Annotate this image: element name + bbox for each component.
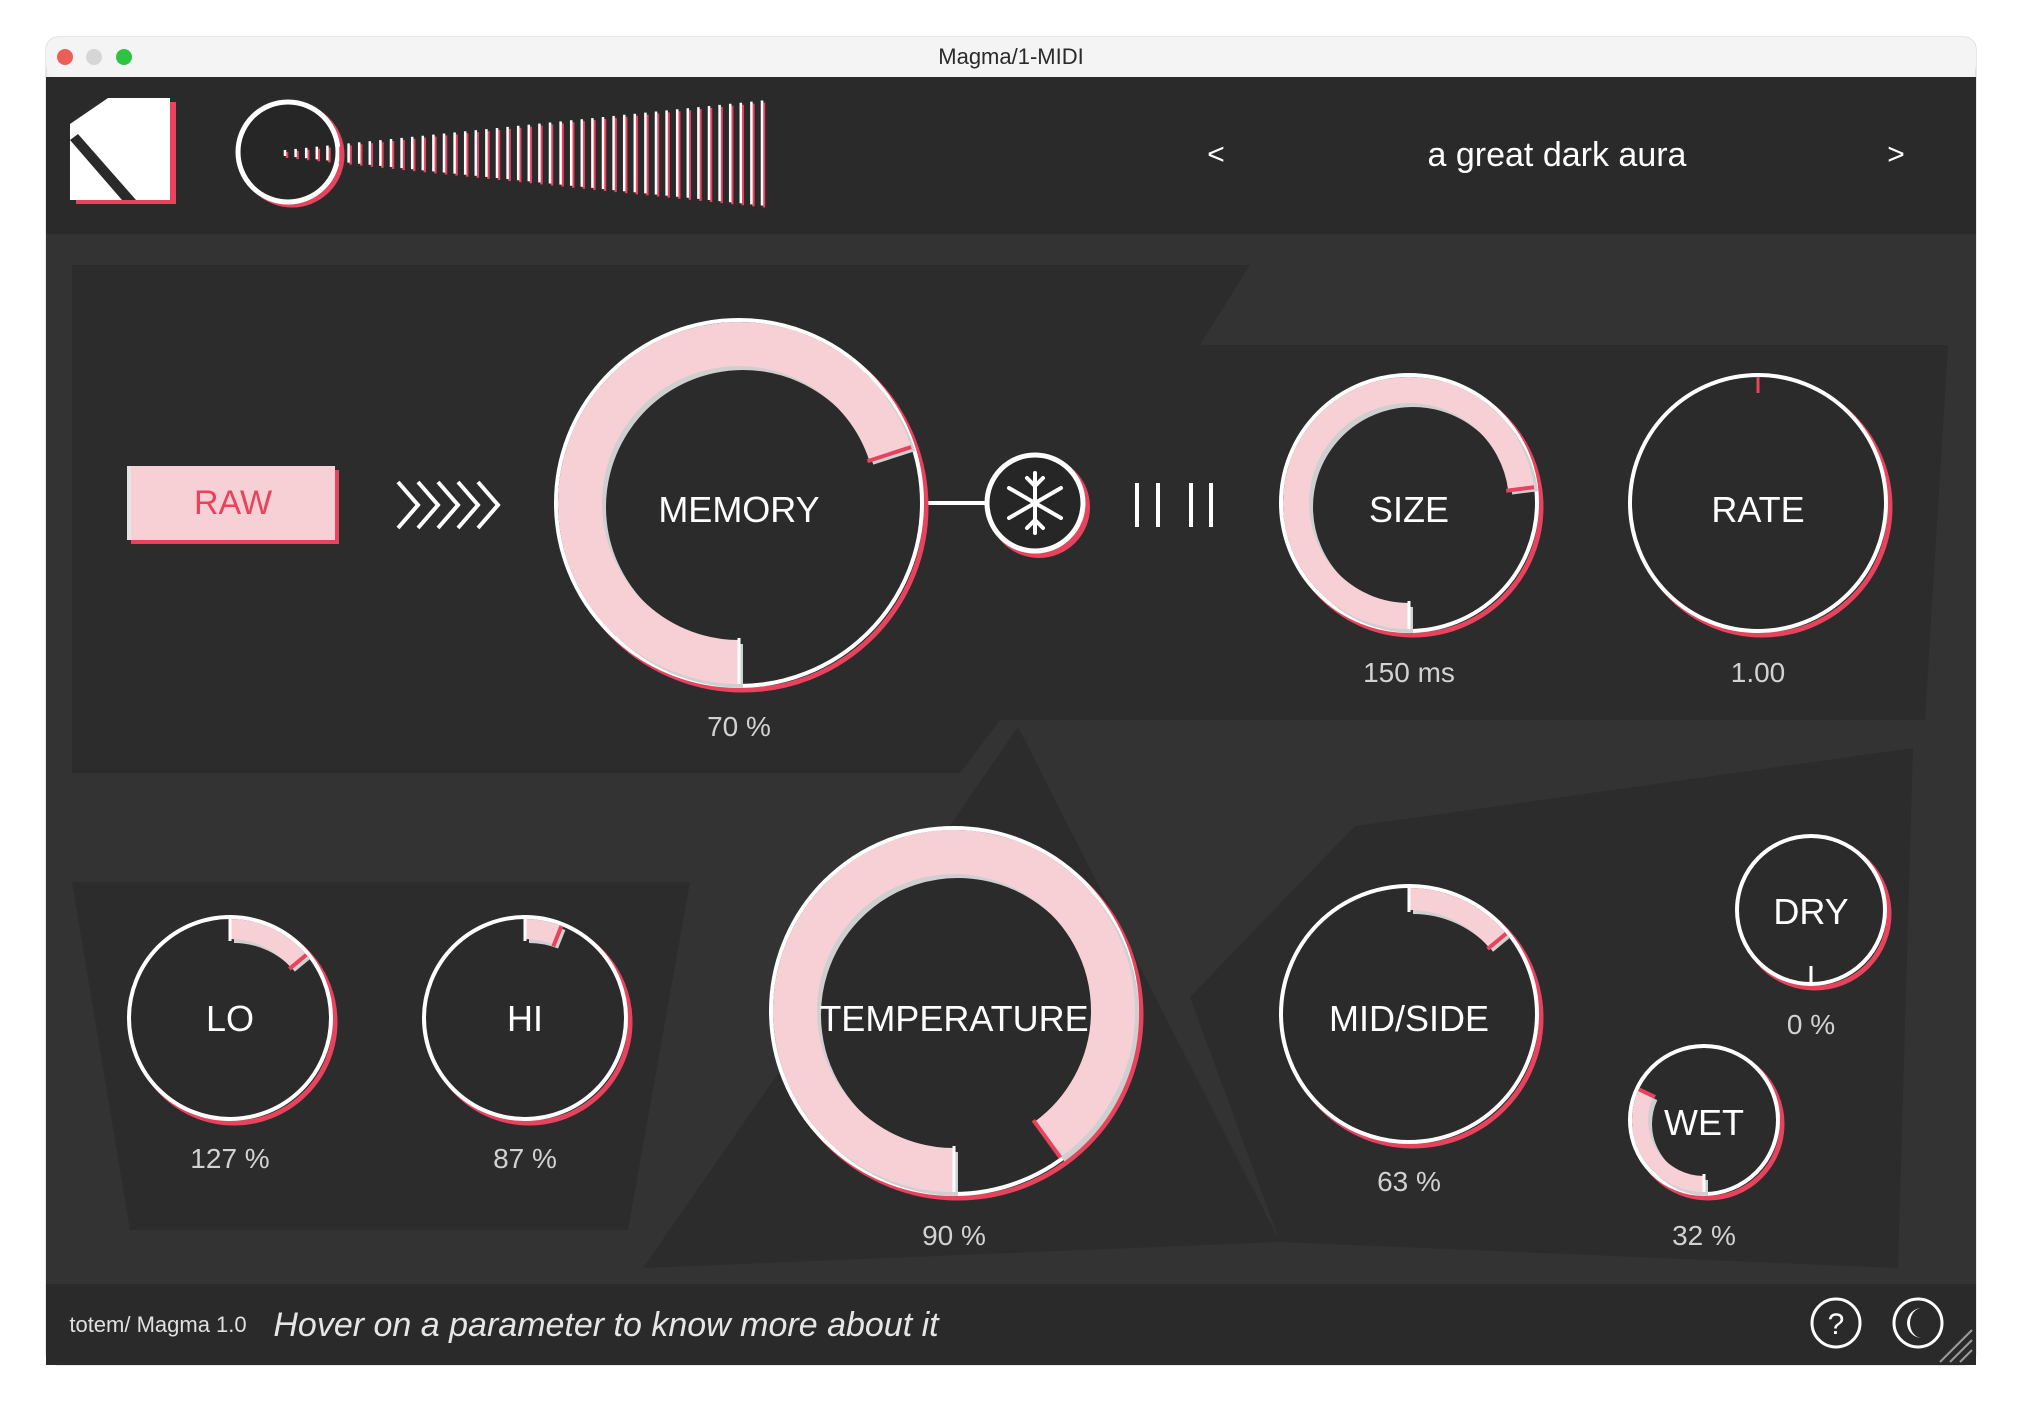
knob-value-rate: 1.00 [1730,657,1786,688]
preset-name[interactable]: a great dark aura [1428,138,1687,172]
knob-value-wet: 32 % [1672,1220,1736,1251]
preset-prev-button[interactable]: < [1207,140,1225,170]
plugin-canvas: ? [45,36,1977,1366]
knob-value-hi: 87 % [493,1143,557,1174]
footer-hint: Hover on a parameter to know more about … [273,1306,939,1344]
zoom-icon[interactable] [116,49,132,65]
footer-brand: totem/ Magma 1.0 [69,1312,247,1337]
rate-knob[interactable] [1627,370,1889,632]
hi-knob[interactable] [421,914,629,1122]
snowflake-icon[interactable] [984,452,1090,558]
svg-text:?: ? [1828,1308,1845,1341]
totem-logo-icon [70,98,176,204]
wet-knob[interactable] [1627,1043,1781,1197]
temperature-knob[interactable] [770,826,1140,1196]
minimize-icon[interactable] [86,49,102,65]
knob-value-size: 150 ms [1363,657,1455,688]
close-icon[interactable] [57,49,73,65]
knob-value-dry: 0 % [1786,1009,1836,1040]
window-title: Magma/1-MIDI [938,44,1084,69]
memory-knob[interactable] [557,318,927,688]
knob-value-midside: 63 % [1377,1166,1441,1197]
preset-next-button[interactable]: > [1887,140,1905,170]
raw-button[interactable]: RAW [127,466,335,540]
midside-knob[interactable] [1279,883,1541,1145]
knob-value-temperature: 90 % [922,1220,986,1251]
dry-knob[interactable] [1734,833,1888,987]
plugin-window: ? Magma/1-MIDI < a great dark aura > RAW… [0,0,2022,1418]
size-knob[interactable] [1279,370,1541,632]
lo-knob[interactable] [126,914,334,1122]
knob-value-memory: 70 % [707,711,771,742]
knob-value-lo: 127 % [190,1143,270,1174]
